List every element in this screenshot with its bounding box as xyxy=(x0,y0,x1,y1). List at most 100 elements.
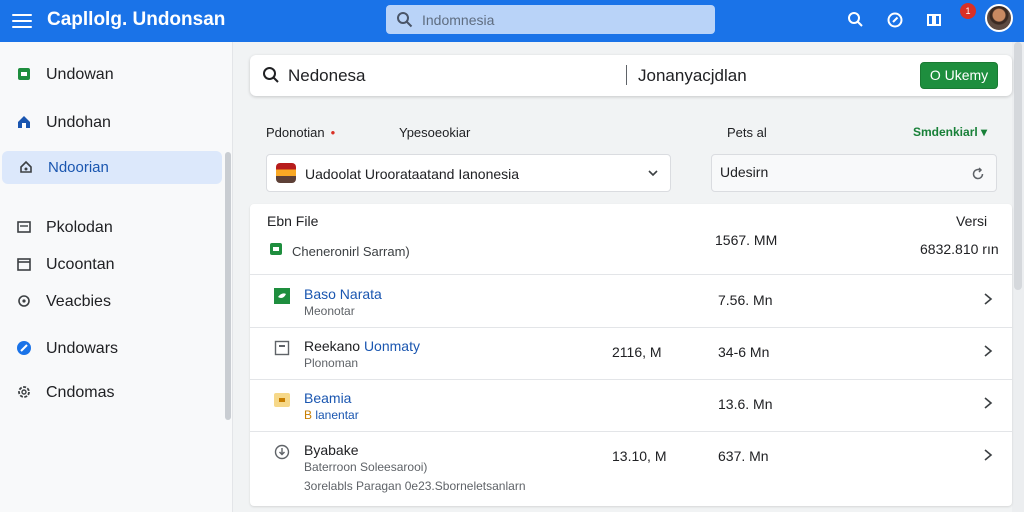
field-label-third: Pets al xyxy=(727,125,767,140)
region-select[interactable]: Uadoolat Uroorataatand Ianonesia xyxy=(266,154,671,192)
puzzle-icon xyxy=(18,295,30,307)
menu-icon[interactable] xyxy=(12,11,32,31)
row-subtitle: Meonotar xyxy=(304,304,355,318)
gear-icon xyxy=(18,386,30,398)
sidebar-item-ucoontan[interactable]: Ucoontan xyxy=(0,248,222,281)
chevron-right-icon[interactable] xyxy=(982,396,994,410)
select-value: Uadoolat Uroorataatand Ianonesia xyxy=(305,166,520,182)
folder-icon xyxy=(274,393,290,407)
row-title-text: Reekano xyxy=(304,338,364,354)
pencil-icon xyxy=(17,341,31,355)
text-input-field[interactable] xyxy=(711,154,997,192)
list-header-subtitle: Cheneronirl Sarram) xyxy=(292,244,410,259)
sidebar-item-label: Veacbies xyxy=(46,293,111,310)
row-subtitle: Baterroon Soleesarooi) xyxy=(304,460,428,474)
flag-icon xyxy=(276,163,296,183)
home-icon xyxy=(18,116,30,128)
row-subtitle-link[interactable]: lanentar xyxy=(315,408,358,422)
sidebar-item-label: Pkolodan xyxy=(46,219,113,236)
query-card: Nedonesa Jonanyacjdlan O Ukemy xyxy=(250,55,1012,96)
list-row[interactable]: Beamia B lanentar 13.6. Mn xyxy=(250,380,1012,432)
sidebar-item-veacbies[interactable]: Veacbies xyxy=(0,285,222,318)
row-size: 637. Mn xyxy=(718,448,769,464)
field-label-text: Pdonotian xyxy=(266,125,325,140)
list-row[interactable]: Byabake Baterroon Soleesarooi) 13.10, M … xyxy=(250,432,1012,506)
list-header-right-label: Versi xyxy=(956,213,988,229)
required-marker: • xyxy=(330,125,336,140)
top-search-placeholder: Indomnesia xyxy=(422,12,495,28)
house-outline-icon xyxy=(20,160,32,173)
main-scrollbar[interactable] xyxy=(1012,42,1024,512)
row-title: Reekano Uonmaty xyxy=(304,338,420,354)
list-row[interactable]: Baso Narata Meonotar 7.56. Mn xyxy=(250,276,1012,328)
sidebar-item-undohan[interactable]: Undohan xyxy=(0,106,222,139)
list-header-right-value: 6832.810 rın xyxy=(920,241,999,257)
leaf-icon xyxy=(274,288,290,304)
row-title-text: Byabake xyxy=(304,442,359,458)
list-header-title: Ebn File xyxy=(267,213,319,229)
sidebar-item-label: Undowan xyxy=(46,66,114,83)
scrollbar-thumb[interactable] xyxy=(1014,42,1022,290)
row-title-link[interactable]: Baso Narata xyxy=(304,286,382,302)
top-app-bar: Capllolg. Undonsan Indomnesia 1 xyxy=(0,0,1024,42)
query-divider xyxy=(626,65,627,85)
green-square-icon xyxy=(270,243,282,255)
dropdown-link[interactable]: Smdenkiarl ▾ xyxy=(913,125,987,139)
list-row[interactable]: Reekano Uonmaty Plonoman 2116, M 34-6 Mn xyxy=(250,328,1012,380)
row-title: Byabake xyxy=(304,442,358,458)
refresh-icon[interactable] xyxy=(970,166,986,182)
row-size: 13.6. Mn xyxy=(718,396,773,412)
row-footer: 3orelabls Paragan 0e23.Sborneletsanlarn xyxy=(304,479,526,493)
sidebar-item-undowan[interactable]: Undowan xyxy=(0,58,222,91)
sidebar-item-pkolodan[interactable]: Pkolodan xyxy=(0,211,222,244)
list-header: Ebn File Cheneronirl Sarram) 1567. MM Ve… xyxy=(250,204,1012,275)
sidebar-item-ndoorian[interactable]: Ndoorian xyxy=(2,151,222,184)
query-text[interactable]: Nedonesa xyxy=(288,66,366,86)
compass-icon[interactable] xyxy=(885,10,905,30)
sidebar-item-undowars[interactable]: Undowars xyxy=(0,332,222,365)
chevron-down-icon xyxy=(648,170,658,177)
sidebar-item-cndomas[interactable]: Cndomas xyxy=(0,376,222,409)
row-title: Baso Narata xyxy=(304,286,382,302)
search-icon[interactable] xyxy=(846,10,866,30)
chevron-down-icon: ▾ xyxy=(981,125,988,139)
chevron-right-icon[interactable] xyxy=(982,292,994,306)
document-icon xyxy=(274,340,290,356)
row-size: 34-6 Mn xyxy=(718,344,770,360)
row-version: 2116, M xyxy=(612,344,662,360)
sidebar: Undowan Undohan Ndoorian Pkolodan Ucoont… xyxy=(0,42,233,512)
query-secondary-text[interactable]: Jonanyacjdlan xyxy=(638,66,747,86)
row-title: Beamia xyxy=(304,390,351,406)
row-version: 13.10, M xyxy=(612,448,667,464)
row-title-link[interactable]: Beamia xyxy=(304,390,351,406)
primary-action-button[interactable]: O Ukemy xyxy=(920,62,998,89)
sidebar-scrollbar[interactable] xyxy=(225,152,231,420)
text-input[interactable] xyxy=(720,164,960,180)
sidebar-item-label: Undowars xyxy=(46,340,119,357)
top-search-bar[interactable]: Indomnesia xyxy=(386,5,715,34)
dropdown-link-label: Smdenkiarl xyxy=(913,125,978,139)
field-label-primary: Pdonotian • xyxy=(266,125,335,140)
app-title: Capllolg. Undonsan xyxy=(47,9,226,30)
sidebar-item-label: Cndomas xyxy=(46,384,115,401)
row-size: 7.56. Mn xyxy=(718,292,773,308)
sidebar-item-label: Ndoorian xyxy=(48,159,109,176)
card-icon xyxy=(17,221,31,233)
green-square-icon xyxy=(18,68,30,80)
chevron-right-icon[interactable] xyxy=(982,344,994,358)
row-subtitle: B lanentar xyxy=(304,408,359,422)
sidebar-item-label: Ucoontan xyxy=(46,256,115,273)
download-icon xyxy=(274,444,290,460)
book-icon[interactable] xyxy=(924,10,944,30)
file-list: Ebn File Cheneronirl Sarram) 1567. MM Ve… xyxy=(250,204,1012,506)
calendar-icon xyxy=(17,258,31,271)
search-icon xyxy=(263,67,279,83)
row-title-link[interactable]: Uonmaty xyxy=(364,338,420,354)
row-subtitle: Plonoman xyxy=(304,356,359,370)
avatar[interactable] xyxy=(985,4,1013,32)
sidebar-item-label: Undohan xyxy=(46,114,111,131)
search-icon xyxy=(397,12,413,28)
chevron-right-icon[interactable] xyxy=(982,448,994,462)
row-subtitle-badge: B xyxy=(304,408,316,422)
notification-badge: 1 xyxy=(960,3,976,19)
